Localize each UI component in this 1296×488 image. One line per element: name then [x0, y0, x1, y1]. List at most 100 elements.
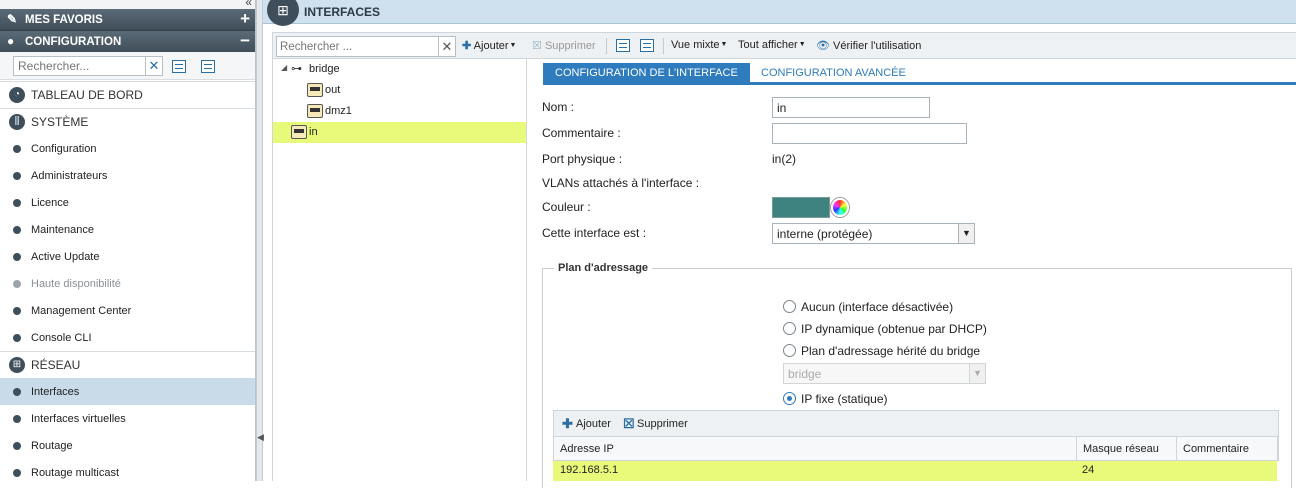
comment-field[interactable]: [772, 123, 967, 144]
collapse-section-icon[interactable]: −: [240, 32, 250, 50]
radio-label: IP fixe (statique): [801, 392, 888, 406]
radio-circle[interactable]: [783, 300, 796, 313]
interface-type-select[interactable]: interne (protégée) ▼: [772, 223, 975, 244]
sidebar-item-label: Haute disponibilité: [31, 277, 121, 290]
expand-icon[interactable]: +: [240, 10, 250, 28]
sidebar-item-active-update[interactable]: Active Update: [0, 243, 255, 270]
radio-bridge[interactable]: Plan d'adressage hérité du bridge: [783, 344, 980, 358]
vlans-label: VLANs attachés à l'interface :: [542, 176, 700, 190]
name-field[interactable]: [772, 97, 930, 118]
tree-node-dmz1[interactable]: dmz1: [273, 101, 526, 122]
ethernet-port-icon: [307, 104, 323, 118]
view-mode-menu[interactable]: Vue mixte▼: [671, 39, 727, 51]
chevron-down-icon[interactable]: ▼: [958, 224, 974, 243]
sidebar-item-label: Licence: [31, 196, 69, 209]
dashboard-icon: ◔: [9, 87, 25, 103]
delete-icon: ☒: [532, 40, 542, 52]
radio-circle[interactable]: [783, 392, 796, 405]
system-icon: ⫼: [9, 114, 25, 130]
favorites-label: MES FAVORIS: [25, 13, 103, 26]
check-usage-button[interactable]: 👁 Vérifier l'utilisation: [816, 39, 921, 52]
sidebar-item-label: Routage multicast: [31, 466, 120, 479]
color-swatch[interactable]: [772, 197, 830, 218]
expand-all-icon[interactable]: [616, 39, 630, 52]
radio-circle[interactable]: [783, 344, 796, 357]
sidebar-item-administrators[interactable]: Administrateurs: [0, 162, 255, 189]
expand-triangle-icon[interactable]: ◢: [281, 63, 287, 72]
sidebar-collapse-bar[interactable]: «: [0, 0, 255, 9]
tree-node-in[interactable]: in: [273, 122, 526, 143]
addressing-legend: Plan d'adressage: [554, 262, 653, 274]
chevron-down-icon: ▼: [509, 42, 517, 49]
pin-icon: ✎: [7, 12, 18, 26]
grid-delete-button[interactable]: ☒ Supprimer: [623, 417, 688, 430]
comment-label: Commentaire :: [542, 126, 621, 140]
radio-static[interactable]: IP fixe (statique): [783, 392, 887, 406]
sidebar-item-interfaces[interactable]: Interfaces: [0, 378, 255, 405]
color-label: Couleur :: [542, 200, 591, 214]
table-row[interactable]: 192.168.5.1 24: [553, 461, 1277, 481]
ip-grid-header: Adresse IP Masque réseau Commentaire: [553, 437, 1279, 461]
collapse-all-icon[interactable]: [640, 39, 654, 52]
tree-node-out[interactable]: out: [273, 80, 526, 101]
splitter-arrow-icon[interactable]: ◀: [257, 432, 264, 443]
grid-add-button[interactable]: ✚ Ajouter: [562, 416, 611, 431]
column-header-mask[interactable]: Masque réseau: [1077, 437, 1177, 460]
ip-cell[interactable]: 192.168.5.1: [560, 464, 618, 476]
configuration-header[interactable]: ● CONFIGURATION −: [0, 31, 255, 53]
show-all-label: Tout afficher: [738, 39, 798, 51]
tab-bar: CONFIGURATION DE L'INTERFACE CONFIGURATI…: [543, 63, 1296, 85]
sidebar-item-maintenance[interactable]: Maintenance: [0, 216, 255, 243]
column-header-ip[interactable]: Adresse IP: [554, 437, 1077, 460]
tree-node-label: out: [325, 84, 341, 96]
search-input[interactable]: [276, 36, 439, 57]
radio-circle[interactable]: [783, 322, 796, 335]
collapse-icon[interactable]: «: [245, 0, 252, 9]
sidebar: « ✎ MES FAVORIS + ● CONFIGURATION − ✕ ◔ …: [0, 0, 256, 481]
column-header-comment[interactable]: Commentaire: [1177, 437, 1278, 460]
bullet-icon: [13, 145, 21, 153]
tree-node-label: dmz1: [325, 105, 352, 117]
sidebar-item-configuration[interactable]: Configuration: [0, 135, 255, 162]
collapse-all-icon[interactable]: [201, 60, 215, 73]
sidebar-item-console-cli[interactable]: Console CLI: [0, 324, 255, 351]
chevron-down-icon: ▼: [720, 41, 728, 48]
sidebar-item-label: Maintenance: [31, 223, 94, 236]
clear-search-icon[interactable]: ✕: [438, 36, 456, 57]
show-all-menu[interactable]: Tout afficher▼: [738, 39, 806, 51]
plus-icon: ✚: [562, 416, 573, 431]
mask-cell[interactable]: 24: [1082, 464, 1094, 476]
interface-type-label: Cette interface est :: [542, 226, 647, 240]
clear-search-icon[interactable]: ✕: [145, 56, 163, 76]
radio-none[interactable]: Aucun (interface désactivée): [783, 300, 953, 314]
sidebar-item-system[interactable]: ⫼ SYSTÈME: [0, 108, 255, 135]
radio-dhcp[interactable]: IP dynamique (obtenue par DHCP): [783, 322, 987, 336]
dashboard-label: TABLEAU DE BORD: [31, 88, 143, 102]
tab-advanced-config[interactable]: CONFIGURATION AVANCÉE: [749, 63, 918, 85]
delete-label: Supprimer: [544, 40, 596, 52]
tab-interface-config[interactable]: CONFIGURATION DE L'INTERFACE: [543, 63, 750, 85]
expand-all-icon[interactable]: [172, 60, 186, 73]
radio-label: Plan d'adressage hérité du bridge: [801, 344, 981, 358]
color-picker-icon[interactable]: [831, 198, 849, 217]
bridge-select: bridge ▼: [783, 363, 986, 384]
sidebar-item-virtual-interfaces[interactable]: Interfaces virtuelles: [0, 405, 255, 432]
bullet-icon: [13, 199, 21, 207]
sidebar-item-multicast-routing[interactable]: Routage multicast: [0, 459, 255, 481]
bridge-select-value: bridge: [788, 367, 822, 381]
add-button[interactable]: ✚ Ajouter▼: [462, 39, 516, 52]
configuration-label: CONFIGURATION: [25, 35, 122, 48]
sidebar-splitter[interactable]: ◀: [256, 0, 264, 481]
sidebar-item-license[interactable]: Licence: [0, 189, 255, 216]
gear-icon: ●: [7, 34, 15, 48]
sidebar-item-management-center[interactable]: Management Center: [0, 297, 255, 324]
physical-port-value: in(2): [772, 152, 797, 166]
favorites-header[interactable]: ✎ MES FAVORIS +: [0, 9, 255, 31]
bullet-icon: [13, 307, 21, 315]
sidebar-item-routing[interactable]: Routage: [0, 432, 255, 459]
tree-node-bridge[interactable]: ◢ ⊶ bridge: [273, 59, 526, 80]
sidebar-item-network[interactable]: ⊞ RÉSEAU: [0, 351, 255, 378]
sidebar-item-dashboard[interactable]: ◔ TABLEAU DE BORD: [0, 81, 255, 108]
sidebar-search-input[interactable]: [13, 56, 146, 76]
grid-delete-label: Supprimer: [637, 418, 688, 430]
